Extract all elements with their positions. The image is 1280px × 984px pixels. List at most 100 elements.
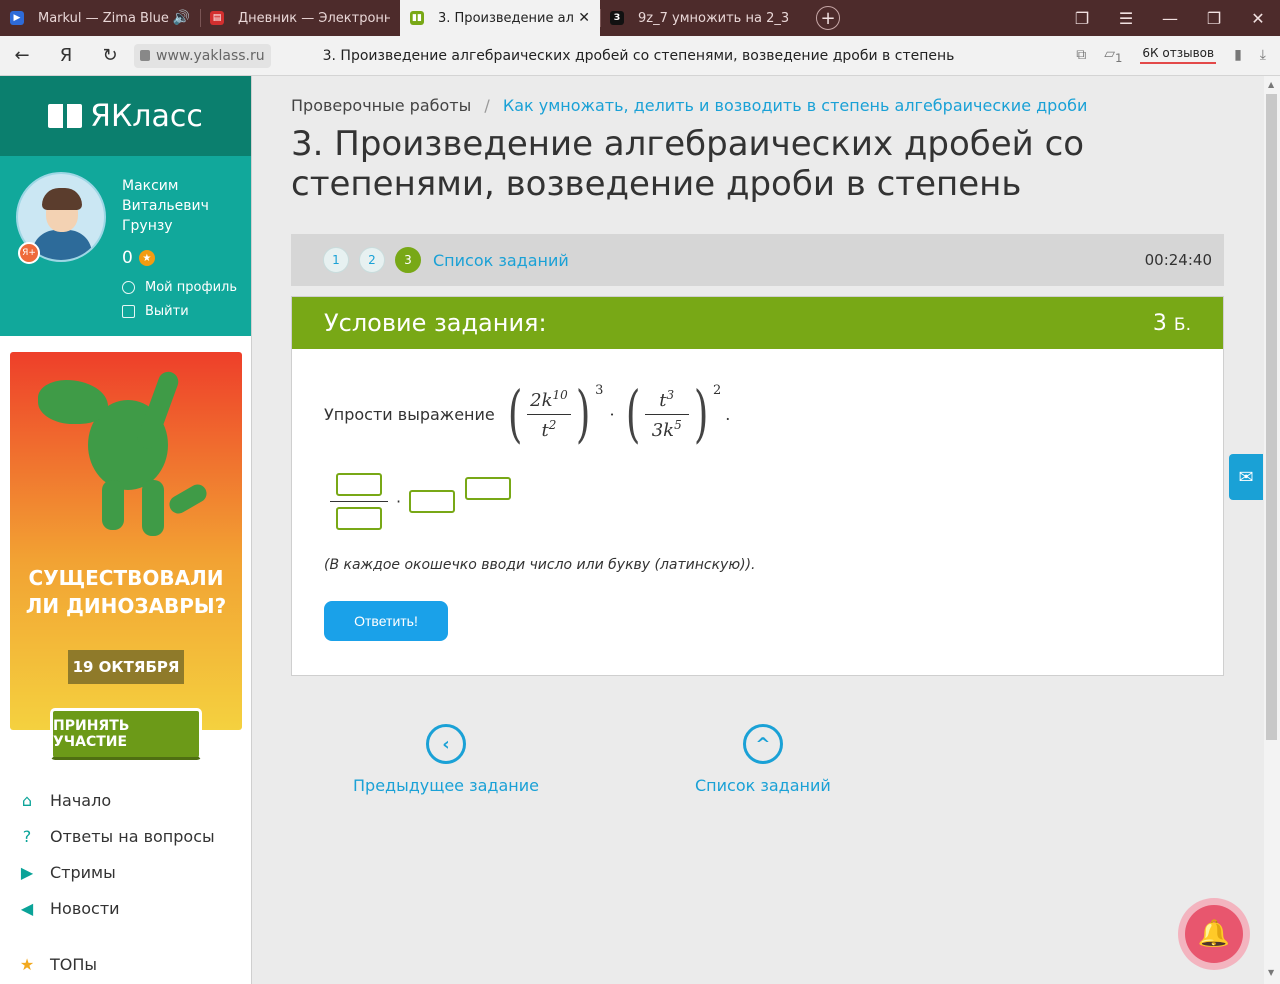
scroll-up-icon[interactable]: ▲	[1268, 80, 1274, 89]
breadcrumb: Проверочные работы / Как умножать, делит…	[291, 96, 1087, 115]
new-tab-button[interactable]: +	[816, 6, 840, 30]
scroll-down-icon[interactable]: ▼	[1268, 968, 1274, 977]
task-list-link[interactable]: Список заданий	[433, 251, 569, 270]
profile-link[interactable]: Мой профиль	[122, 280, 237, 295]
power-2: 2	[712, 383, 722, 398]
breadcrumb-root[interactable]: Проверочные работы	[291, 96, 471, 115]
sidebar-item-label: Новости	[50, 898, 120, 918]
points-value: 3	[1152, 310, 1167, 336]
task-card: Условие задания: 3 Б. Упрости выражение …	[291, 296, 1224, 676]
notifications-button[interactable]: 🔔	[1178, 898, 1250, 970]
sidebar-item-label: Ответы на вопросы	[50, 826, 215, 846]
url-text: www.yaklass.ru	[156, 47, 265, 64]
dinosaur-banner[interactable]: СУЩЕСТВОВАЛИ ЛИ ДИНОЗАВРЫ? 19 ОКТЯБРЯ	[10, 352, 242, 730]
play-icon: ▶	[20, 862, 34, 882]
answer-base-input[interactable]	[409, 490, 456, 513]
problem-statement: Упрости выражение ( 2k10 t2 ) 3 · ( t3 3…	[324, 383, 730, 445]
user-name: Максим Витальевич Грунзу	[122, 178, 209, 234]
copy-icon[interactable]: ⧉	[1076, 47, 1086, 63]
power-1: 3	[595, 383, 604, 398]
join-button[interactable]: ПРИНЯТЬ УЧАСТИЕ	[50, 708, 202, 760]
home-icon: ⌂	[21, 790, 33, 810]
tab-title: 9z_7 умножить на 2_33z И	[638, 10, 790, 26]
book-icon	[48, 104, 83, 128]
lock-icon	[140, 50, 150, 61]
book-icon: ▮▮	[410, 11, 424, 25]
breadcrumb-separator: /	[484, 96, 490, 115]
logo[interactable]: ЯКласс	[0, 76, 251, 156]
dinosaur-illustration	[38, 368, 210, 550]
profile-link-label: Мой профиль	[145, 280, 237, 295]
fraction-2: t3 3k5	[644, 388, 689, 441]
megaphone-icon: ◀	[20, 898, 34, 918]
task-card-header: Условие задания: 3 Б.	[292, 297, 1223, 349]
mail-icon: ✉	[1238, 466, 1254, 488]
bookmarks-panel-icon[interactable]: ❐	[1060, 9, 1104, 28]
reviews-button[interactable]: 6К отзывов	[1140, 46, 1217, 65]
answer-exponent-input[interactable]	[465, 477, 512, 500]
answer-denominator-input[interactable]	[336, 507, 382, 530]
sidebar-item-tops[interactable]: ★ ТОПы	[16, 946, 246, 982]
sidebar-item-home[interactable]: ⌂ Начало	[16, 782, 246, 818]
browser-tab-markul[interactable]: ▶ Markul — Zima Blue 🔊	[0, 0, 200, 36]
extension-badge: 1	[1115, 50, 1123, 65]
address-bar-tools: ⧉ ▱1 6К отзывов ▮ ⤓	[1076, 46, 1280, 65]
question-icon: ?	[22, 826, 32, 846]
answer-template: ·	[330, 473, 512, 530]
math-expression: ( 2k10 t2 ) 3 · ( t3 3k5 ) 2 .	[507, 377, 731, 450]
browser-tab-yaklass[interactable]: ▮▮ 3. Произведение алгебр ✕	[400, 0, 600, 36]
address-bar: ← Я ↻ www.yaklass.ru 3. Произведение алг…	[0, 36, 1280, 76]
main-content: Проверочные работы / Как умножать, делит…	[291, 76, 1224, 984]
browser-tab-strip: ▶ Markul — Zima Blue 🔊 ▤ Дневник — Элект…	[0, 0, 1280, 36]
task-number-3[interactable]: 3	[395, 247, 421, 273]
timer: 00:24:40	[1144, 251, 1212, 269]
browser-tab-dnevnik[interactable]: ▤ Дневник — Электронный	[200, 0, 400, 36]
restore-icon[interactable]: ❐	[1192, 9, 1236, 28]
answer-numerator-input[interactable]	[336, 473, 382, 496]
previous-task-link[interactable]: ‹ Предыдущее задание	[353, 724, 539, 795]
breadcrumb-topic-link[interactable]: Как умножать, делить и возводить в степе…	[503, 96, 1088, 115]
minimize-icon[interactable]: —	[1148, 9, 1192, 28]
sidebar-item-news[interactable]: ◀ Новости	[16, 890, 246, 926]
task-points: 3 Б.	[1153, 311, 1191, 336]
yandex-icon[interactable]: Я	[44, 45, 88, 66]
task-number-2[interactable]: 2	[359, 247, 385, 273]
sidebar-item-label: Начало	[50, 790, 112, 810]
submit-answer-button[interactable]: Ответить!	[324, 601, 448, 641]
tab-title: 3. Произведение алгебр	[438, 10, 574, 26]
points-unit: Б.	[1173, 314, 1191, 335]
speaker-icon[interactable]: 🔊	[173, 10, 190, 26]
sidebar-item-answers[interactable]: ? Ответы на вопросы	[16, 818, 246, 854]
logout-link[interactable]: Выйти	[122, 304, 189, 319]
browser-tab-search[interactable]: З 9z_7 умножить на 2_33z И	[600, 0, 800, 36]
close-tab-icon[interactable]: ✕	[578, 10, 590, 26]
tab-title: Дневник — Электронный	[238, 10, 390, 26]
window-controls: ❐ ☰ — ❐ ✕	[1060, 0, 1280, 36]
url-field[interactable]: www.yaklass.ru	[134, 43, 271, 68]
scrollbar-thumb[interactable]	[1266, 94, 1277, 740]
back-icon[interactable]: ←	[0, 45, 44, 66]
star-coin-icon: ★	[138, 250, 155, 266]
reload-icon[interactable]: ↻	[88, 45, 132, 66]
fraction-1: 2k10 t2	[526, 388, 571, 441]
task-list-bottom-link[interactable]: ^ Список заданий	[695, 724, 831, 795]
download-icon[interactable]: ⤓	[1260, 47, 1266, 63]
feedback-mail-button[interactable]: ✉	[1229, 454, 1263, 500]
bookmark-icon[interactable]: ▮	[1234, 47, 1242, 63]
logout-link-label: Выйти	[145, 304, 189, 319]
close-window-icon[interactable]: ✕	[1236, 9, 1280, 28]
previous-task-label: Предыдущее задание	[353, 776, 539, 795]
sidebar-item-streams[interactable]: ▶ Стримы	[16, 854, 246, 890]
task-heading: Условие задания:	[324, 309, 547, 337]
page-title: 3. Произведение алгебраических дробей со…	[291, 124, 1085, 204]
page-title-in-bar: 3. Произведение алгебраических дробей со…	[322, 47, 955, 64]
task-number-1[interactable]: 1	[323, 247, 349, 273]
video-icon: ▶	[10, 11, 24, 25]
sidebar-menu: ⌂ Начало ? Ответы на вопросы ▶ Стримы ◀ …	[16, 782, 246, 982]
page-scrollbar[interactable]: ▲ ▼	[1264, 76, 1280, 984]
sidebar: ЯКласс Максим Витальевич Грунзу 0 ★ Мой …	[0, 76, 252, 984]
extension-icon[interactable]: ▱1	[1104, 46, 1122, 65]
sidebar-item-label: ТОПы	[50, 954, 98, 974]
menu-icon[interactable]: ☰	[1104, 9, 1148, 28]
sidebar-item-label: Стримы	[50, 862, 116, 882]
